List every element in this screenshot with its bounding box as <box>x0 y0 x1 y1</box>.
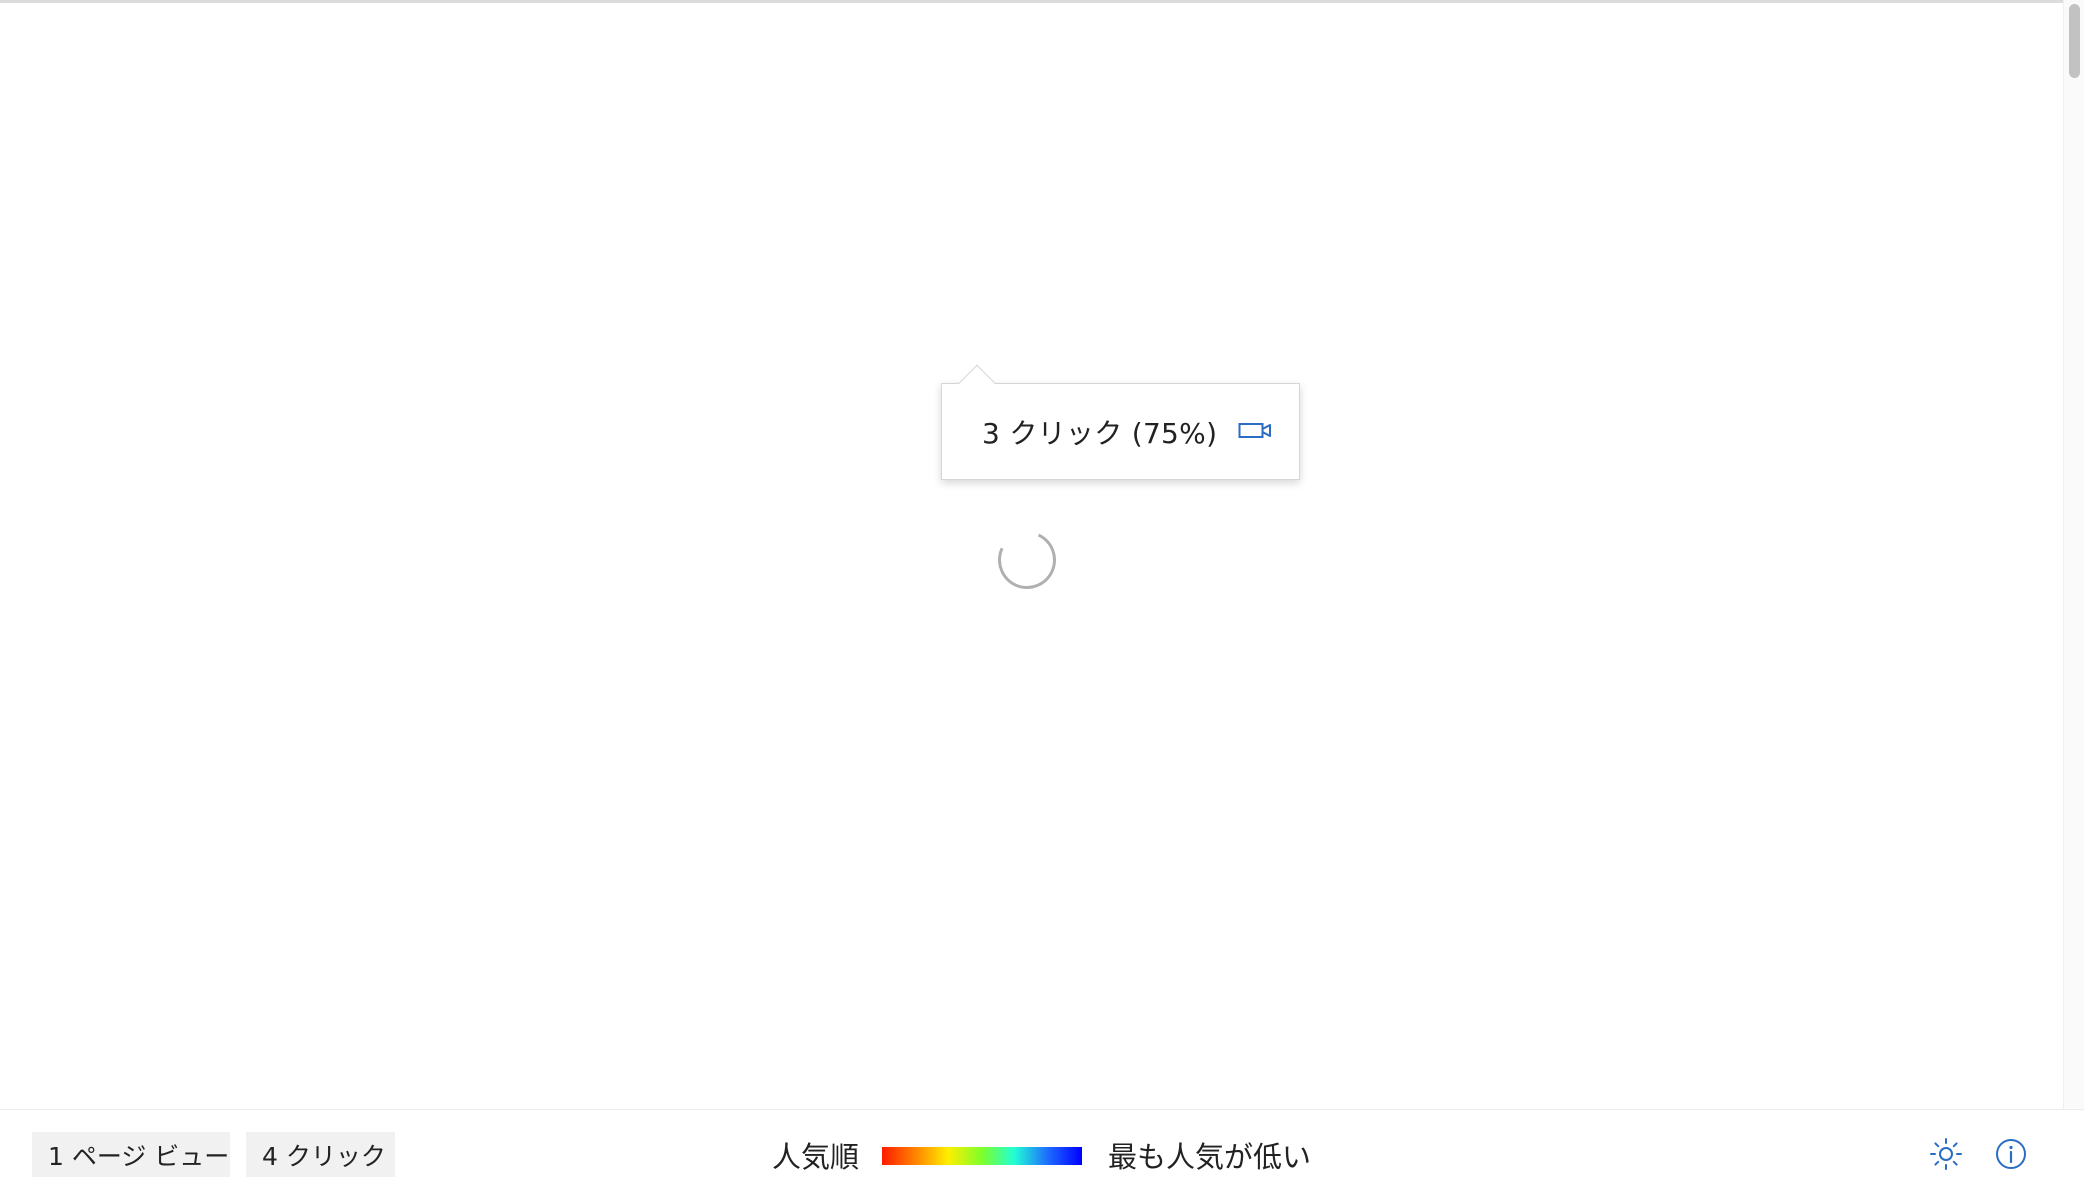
page-views-label: 1 ページ ビュー <box>48 1141 230 1171</box>
loading-spinner-icon <box>989 522 1065 598</box>
legend-most-popular: 人気順 <box>772 1140 860 1174</box>
vertical-scrollbar[interactable] <box>2063 0 2084 1109</box>
info-icon <box>1994 1137 2028 1175</box>
click-count-label: 3 クリック (75%) <box>982 416 1218 450</box>
scrollbar-thumb[interactable] <box>2069 4 2080 78</box>
theme-toggle-button[interactable] <box>1924 1134 1968 1178</box>
clicks-chip: 4 クリック <box>246 1132 395 1177</box>
page-views-chip: 1 ページ ビュー <box>32 1132 230 1177</box>
heatmap-viewport: 3 クリック (75%) <box>0 0 2063 1109</box>
click-callout: 3 クリック (75%) <box>941 364 1300 480</box>
popularity-gradient-scale <box>882 1147 1082 1165</box>
video-camera-icon <box>1238 420 1272 444</box>
legend-least-popular: 最も人気が低い <box>1108 1140 1312 1174</box>
heatmap-footer: 1 ページ ビュー 4 クリック 人気順 最も人気が低い <box>0 1109 2084 1194</box>
clicks-label: 4 クリック <box>262 1141 386 1171</box>
info-button[interactable] <box>1989 1134 2033 1178</box>
callout-beak <box>958 364 996 402</box>
sun-icon <box>1929 1137 1963 1175</box>
watch-recordings-button[interactable] <box>1236 418 1274 446</box>
